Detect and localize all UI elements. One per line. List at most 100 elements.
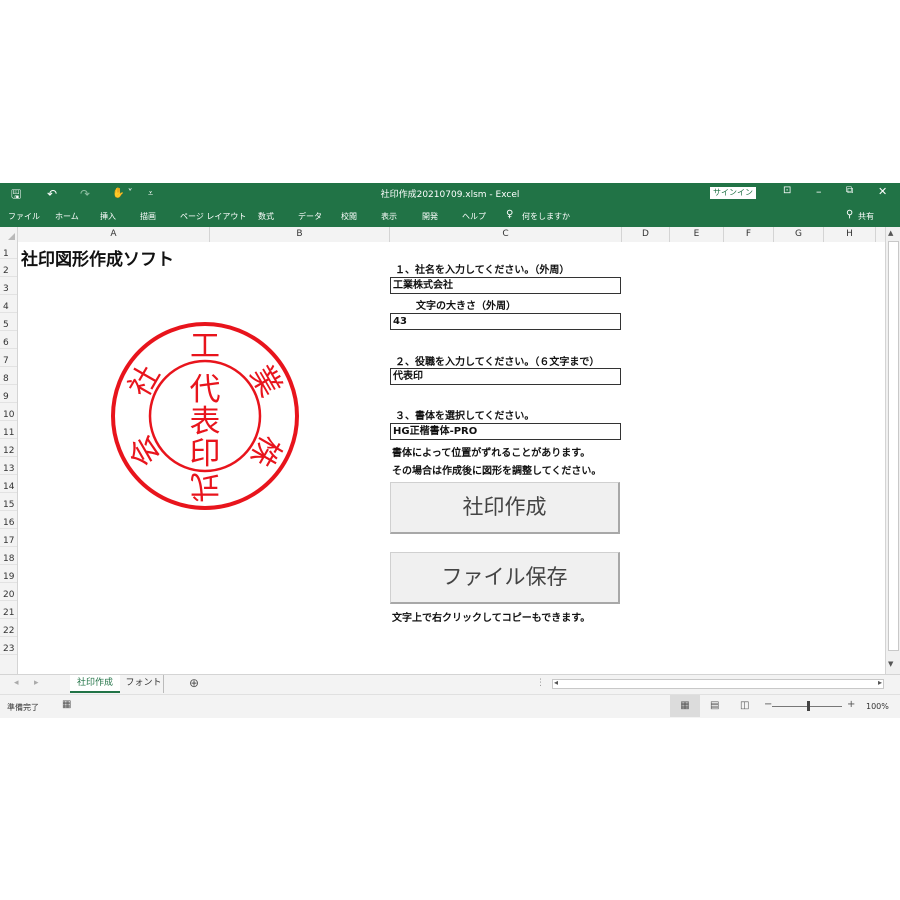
row-header[interactable]: 20 — [0, 583, 17, 601]
position-field[interactable]: 代表印 — [390, 368, 621, 385]
sheet-tabs-bar: ◂ ▸ 社印作成 フォント ⊕ ⋮ ◂ ▸ — [0, 674, 900, 694]
row-header[interactable]: 13 — [0, 457, 17, 475]
status-ready: 準備完了 — [7, 703, 39, 712]
worksheet-grid[interactable]: 社印図形作成ソフト 工 業 株 式 会 社 代 表 印 １、社名を入力してくださ… — [18, 242, 885, 674]
row-header[interactable]: 9 — [0, 385, 17, 403]
row-header[interactable]: 16 — [0, 511, 17, 529]
row-header[interactable]: 1 — [0, 242, 17, 259]
column-header-b[interactable]: B — [210, 227, 390, 242]
share-button[interactable]: 共有 — [858, 211, 874, 222]
status-bar: 準備完了 ▦ ▦ ▤ ◫ − + 100% — [0, 694, 900, 718]
column-headers: A B C D E F G H — [0, 227, 900, 243]
page-break-view-icon[interactable]: ◫ — [740, 700, 749, 711]
row-header[interactable]: 6 — [0, 331, 17, 349]
column-header-d[interactable]: D — [622, 227, 670, 242]
step3-label: ３、書体を選択してください。 — [395, 411, 535, 422]
row-header[interactable]: 7 — [0, 349, 17, 367]
row-header[interactable]: 5 — [0, 313, 17, 331]
scroll-right-icon[interactable]: ▸ — [878, 678, 882, 687]
row-header[interactable]: 21 — [0, 601, 17, 619]
tab-formulas[interactable]: 数式 — [258, 211, 274, 222]
copy-note: 文字上で右クリックしてコピーもできます。 — [392, 613, 591, 624]
ribbon-display-options-icon[interactable]: ⊡ — [783, 185, 791, 196]
zoom-level[interactable]: 100% — [866, 702, 889, 711]
row-header[interactable]: 4 — [0, 295, 17, 313]
seal-outer-char: 工 — [190, 329, 220, 364]
restore-icon[interactable]: ⧉ — [846, 185, 853, 196]
share-person-icon: ⚲ — [846, 209, 854, 220]
row-header[interactable]: 14 — [0, 475, 17, 493]
sheet-title: 社印図形作成ソフト — [21, 250, 174, 270]
row-header[interactable]: 15 — [0, 493, 17, 511]
minimize-icon[interactable]: – — [816, 185, 822, 198]
tab-developer[interactable]: 開発 — [422, 211, 438, 222]
note-adjust-after: その場合は作成後に図形を調整してください。 — [392, 466, 602, 477]
normal-view-icon[interactable]: ▦ — [670, 695, 700, 717]
excel-window: 🖫 ↶ ↷ ✋ ˅ ⩡ 社印作成20210709.xlsm - Excel サイ… — [0, 183, 900, 718]
close-icon[interactable]: ✕ — [878, 185, 887, 198]
row-headers: 1 2 3 4 5 6 7 8 9 10 11 12 13 14 15 16 1… — [0, 242, 18, 674]
signin-button[interactable]: サインイン — [710, 187, 756, 199]
select-all-corner[interactable] — [0, 227, 18, 242]
seal-inner-char: 表 — [190, 404, 221, 440]
row-header[interactable]: 2 — [0, 259, 17, 277]
tab-review[interactable]: 校閲 — [341, 211, 357, 222]
tab-view[interactable]: 表示 — [381, 211, 397, 222]
tab-splitter-icon[interactable]: ⋮ — [536, 678, 545, 688]
add-sheet-icon[interactable]: ⊕ — [184, 675, 204, 693]
row-header[interactable]: 17 — [0, 529, 17, 547]
step1-label: １、社名を入力してください。（外周） — [395, 265, 570, 276]
column-header-a[interactable]: A — [18, 227, 210, 242]
document-title: 社印作成20210709.xlsm - Excel — [380, 190, 520, 200]
column-header-e[interactable]: E — [670, 227, 724, 242]
row-header[interactable]: 8 — [0, 367, 17, 385]
column-header-g[interactable]: G — [774, 227, 824, 242]
column-header-h[interactable]: H — [824, 227, 876, 242]
tab-page-layout[interactable]: ページ レイアウト — [180, 211, 246, 222]
scroll-up-icon[interactable]: ▲ — [888, 229, 893, 237]
sheet-tab-seal[interactable]: 社印作成 — [70, 675, 120, 693]
step2-label: ２、役職を入力してください。（６文字まで） — [395, 357, 600, 368]
row-header[interactable]: 3 — [0, 277, 17, 295]
seal-inner-char: 代 — [190, 372, 221, 408]
prev-sheet-icon[interactable]: ◂ — [14, 678, 19, 688]
tab-insert[interactable]: 挿入 — [100, 211, 116, 222]
row-header[interactable]: 11 — [0, 421, 17, 439]
row-header[interactable]: 10 — [0, 403, 17, 421]
tab-file[interactable]: ファイル — [8, 211, 40, 222]
page-layout-view-icon[interactable]: ▤ — [710, 700, 719, 711]
font-select-field[interactable]: HG正楷書体-PRO — [390, 423, 621, 440]
tab-draw[interactable]: 描画 — [140, 211, 156, 222]
tab-data[interactable]: データ — [298, 211, 322, 222]
row-header[interactable]: 18 — [0, 547, 17, 565]
row-header[interactable]: 19 — [0, 565, 17, 583]
vertical-scroll-thumb[interactable] — [888, 241, 899, 651]
save-file-button[interactable]: ファイル保存 — [390, 552, 620, 604]
zoom-in-icon[interactable]: + — [847, 699, 855, 710]
zoom-slider-thumb[interactable] — [807, 701, 810, 711]
tell-me-search[interactable]: 何をしますか — [522, 211, 570, 222]
accessibility-icon[interactable]: ▦ — [62, 699, 71, 710]
company-name-field[interactable]: 工業株式会社 — [390, 277, 621, 294]
tab-help[interactable]: ヘルプ — [462, 211, 486, 222]
next-sheet-icon[interactable]: ▸ — [34, 678, 39, 688]
size-field[interactable]: 43 — [390, 313, 621, 330]
scroll-left-icon[interactable]: ◂ — [554, 678, 558, 687]
row-header[interactable]: 22 — [0, 619, 17, 637]
sheet-tab-font[interactable]: フォント — [124, 675, 164, 693]
row-header[interactable]: 23 — [0, 637, 17, 655]
horizontal-scrollbar[interactable]: ◂ ▸ — [552, 678, 884, 689]
vertical-scrollbar[interactable]: ▲ ▼ — [885, 227, 900, 674]
column-header-c[interactable]: C — [390, 227, 622, 242]
row-header[interactable]: 12 — [0, 439, 17, 457]
ribbon-tabs: ファイル ホーム 挿入 描画 ページ レイアウト 数式 データ 校閲 表示 開発… — [0, 205, 900, 227]
size-label: 文字の大きさ（外周） — [416, 301, 516, 312]
scroll-down-icon[interactable]: ▼ — [888, 660, 893, 668]
note-font-shift: 書体によって位置がずれることがあります。 — [392, 448, 591, 459]
column-header-f[interactable]: F — [724, 227, 774, 242]
zoom-out-icon[interactable]: − — [764, 699, 772, 710]
tab-home[interactable]: ホーム — [55, 211, 79, 222]
lightbulb-icon: ♀ — [506, 209, 514, 220]
create-seal-button[interactable]: 社印作成 — [390, 482, 620, 534]
company-seal-stamp[interactable]: 工 業 株 式 会 社 代 表 印 — [105, 316, 305, 516]
